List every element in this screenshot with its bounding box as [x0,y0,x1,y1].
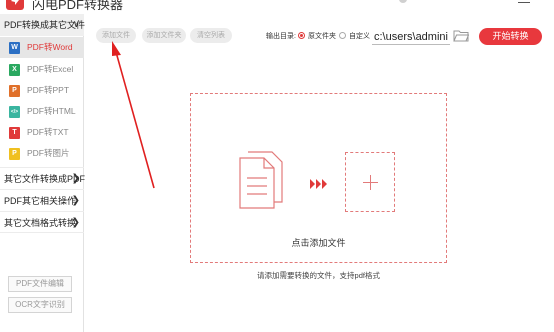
category-other-doc-convert[interactable]: 其它文档格式转换 ❯ [0,211,84,233]
category-other-to-pdf[interactable]: 其它文件转换成PDF ❯ [0,167,85,189]
sidebar-item-pdf-to-html[interactable]: </> PDF转HTML [0,101,84,122]
sidebar-item-pdf-to-txt[interactable]: T PDF转TXT [0,122,84,143]
supported-format-hint: 请添加需要转换的文件，支持pdf格式 [257,271,380,280]
chevron-right-icon: ❯ [71,195,80,206]
category-label: PDF其它相关操作 [4,196,77,206]
radio-original-label: 原文件夹 [308,33,336,40]
sidebar-item-label: PDF转HTML [27,106,76,116]
chevron-right-icon: ❯ [71,173,80,184]
image-icon: P [9,148,20,160]
document-icon [238,150,294,217]
drop-zone-label: 点击添加文件 [291,238,346,248]
category-label: 其它文档格式转换 [4,218,77,228]
window-title: 闪电PDF转换器 [32,0,124,12]
sidebar-item-label: PDF转图片 [27,148,70,158]
folder-icon[interactable] [453,29,470,47]
account-icon[interactable] [399,0,407,3]
chevron-down-icon: ∨ [72,19,80,30]
excel-icon: X [9,64,20,76]
pdf-edit-button[interactable]: PDF文件编辑 [8,276,72,292]
output-dir-label: 输出目录: [266,33,296,40]
sidebar-item-pdf-to-image[interactable]: P PDF转图片 [0,143,84,164]
app-logo [6,0,24,10]
word-icon: W [9,42,20,54]
radio-custom-label: 自定义 [349,33,370,40]
sidebar-item-pdf-to-word[interactable]: W PDF转Word [0,37,84,58]
sidebar-item-pdf-to-ppt[interactable]: P PDF转PPT [0,80,84,101]
category-pdf-other-ops[interactable]: PDF其它相关操作 ❯ [0,189,84,211]
chevron-right-icon: ❯ [71,217,80,228]
radio-custom[interactable] [339,32,346,39]
clear-list-button[interactable]: 清空列表 [190,28,232,43]
sidebar-item-label: PDF转PPT [27,85,70,95]
add-folder-button[interactable]: 添加文件夹 [142,28,186,43]
output-path-input[interactable] [372,29,450,45]
sidebar-item-label: PDF转Excel [27,64,74,74]
ppt-icon: P [9,85,20,97]
radio-original-folder[interactable] [298,32,305,39]
add-file-button[interactable]: 添加文件 [96,28,136,43]
category-pdf-to-other[interactable]: PDF转换成其它文件 ∨ [0,14,85,36]
minimize-button[interactable] [518,2,530,3]
title-bar: 闪电PDF转换器 [0,0,554,14]
plus-icon-vertical [370,175,371,190]
add-file-plus-box[interactable] [345,152,395,212]
ocr-button[interactable]: OCR文字识别 [8,297,72,313]
txt-icon: T [9,127,20,139]
start-convert-button[interactable]: 开始转换 [479,28,542,45]
convert-arrows-icon [310,176,328,194]
html-icon: </> [9,106,20,118]
sidebar-item-label: PDF转TXT [27,127,69,137]
sidebar-item-pdf-to-excel[interactable]: X PDF转Excel [0,59,84,80]
sidebar-item-label: PDF转Word [27,42,73,52]
